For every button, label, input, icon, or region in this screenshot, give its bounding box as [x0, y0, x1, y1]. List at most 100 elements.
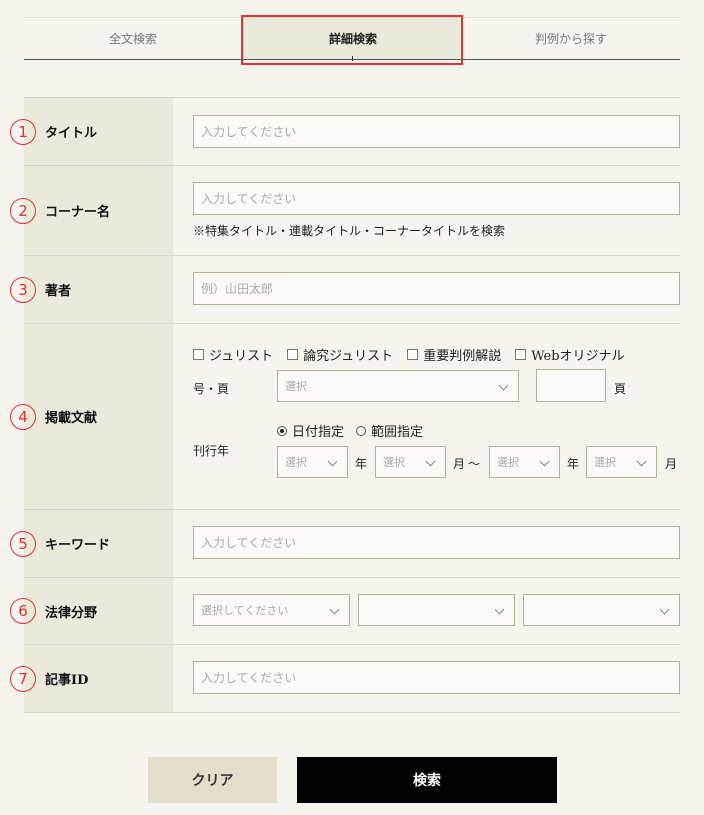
article-id-input[interactable]: 入力してください	[193, 661, 680, 694]
checkbox-box[interactable]	[287, 349, 299, 360]
tab-label: 全文検索	[108, 32, 157, 46]
row-corner: 2 コーナー名 入力してください ※特集タイトル・連載タイトル・コーナータイトル…	[10, 166, 680, 256]
checkbox-important-cases[interactable]: 重要判例解説	[407, 345, 501, 364]
radio-range[interactable]: 範囲指定	[356, 421, 423, 440]
chevron-down-icon	[539, 456, 550, 467]
year-mode-radios: 日付指定 範囲指定	[277, 421, 435, 440]
year-label: 刊行年	[193, 444, 230, 458]
label-cell: 1 タイトル	[10, 98, 173, 165]
content-cell: 入力してください	[173, 645, 680, 712]
placeholder: 入力してください	[201, 125, 297, 139]
field-label-article-id: 記事ID	[45, 673, 89, 688]
number-badge: 2	[10, 197, 36, 224]
checkbox-label: 重要判例解説	[423, 349, 502, 364]
corner-input[interactable]: 入力してください	[193, 182, 680, 215]
month-from-select[interactable]: 選択	[375, 446, 446, 478]
row-law-field: 6 法律分野 選択してください	[10, 578, 680, 645]
checkbox-web-original[interactable]: Webオリジナル	[515, 345, 625, 364]
month-to-select[interactable]: 選択	[586, 446, 657, 478]
title-input[interactable]: 入力してください	[193, 115, 680, 148]
tab-label: 判例から探す	[534, 32, 607, 46]
select-value: 選択	[594, 456, 616, 469]
publication-checkboxes: ジュリスト 論究ジュリスト 重要判例解説 Webオリジナル	[193, 345, 639, 364]
law-select-2[interactable]	[358, 594, 515, 626]
content-cell: 例）山田太郎	[173, 256, 680, 323]
chevron-down-icon	[329, 604, 340, 615]
field-label-title: タイトル	[45, 126, 98, 141]
search-button[interactable]: 検索	[297, 757, 557, 803]
checkbox-label: Webオリジナル	[531, 349, 625, 364]
year-unit: 年	[355, 457, 368, 471]
active-tab-highlight	[241, 15, 463, 65]
year-to-select[interactable]: 選択	[489, 446, 560, 478]
checkbox-jurist[interactable]: ジュリスト	[193, 345, 273, 364]
radio-label: 日付指定	[292, 425, 345, 440]
page-input[interactable]	[536, 369, 606, 402]
number-badge: 3	[10, 276, 36, 303]
month-unit: 月	[665, 457, 678, 471]
author-input[interactable]: 例）山田太郎	[193, 272, 680, 305]
page-unit: 頁	[614, 382, 627, 396]
tab-caselaw-search[interactable]: 判例から探す	[462, 18, 680, 59]
field-label-keyword: キーワード	[45, 538, 111, 553]
select-value: 選択	[383, 456, 405, 469]
number-badge: 6	[10, 598, 36, 624]
chevron-down-icon	[659, 604, 670, 615]
select-value: 選択してください	[201, 604, 289, 617]
placeholder: 入力してください	[201, 671, 297, 685]
field-label-author: 著者	[45, 284, 72, 299]
number-badge: 4	[10, 403, 36, 430]
row-title: 1 タイトル 入力してください	[10, 98, 680, 166]
radio-date[interactable]: 日付指定	[277, 421, 344, 440]
year-from-select[interactable]: 選択	[277, 446, 348, 478]
clear-button[interactable]: クリア	[148, 757, 277, 803]
label-cell: 2 コーナー名	[10, 166, 173, 255]
content-cell: 入力してください	[173, 98, 680, 165]
row-author: 3 著者 例）山田太郎	[10, 256, 680, 324]
checkbox-box[interactable]	[515, 349, 527, 360]
select-value: 選択	[285, 380, 307, 393]
law-select-1[interactable]: 選択してください	[193, 594, 350, 626]
chevron-down-icon	[425, 456, 436, 467]
chevron-down-icon	[498, 380, 509, 391]
range-tilde: 〜	[468, 457, 481, 471]
radio-dot[interactable]	[356, 425, 367, 436]
select-value: 選択	[497, 456, 519, 469]
placeholder: 例）山田太郎	[201, 282, 274, 296]
label-cell: 6 法律分野	[10, 578, 173, 644]
chevron-down-icon	[327, 456, 338, 467]
chevron-down-icon	[494, 604, 505, 615]
year-unit: 年	[567, 457, 580, 471]
placeholder: 入力してください	[201, 536, 297, 550]
content-cell: 入力してください	[173, 510, 680, 577]
law-select-3[interactable]	[523, 594, 680, 626]
number-badge: 5	[10, 530, 36, 557]
keyword-input[interactable]: 入力してください	[193, 526, 680, 559]
content-cell: 入力してください ※特集タイトル・連載タイトル・コーナータイトルを検索	[173, 166, 680, 255]
field-label-corner: コーナー名	[45, 205, 111, 220]
chevron-down-icon	[636, 456, 647, 467]
checkbox-ronkyu-jurist[interactable]: 論究ジュリスト	[287, 345, 393, 364]
month-unit: 月	[453, 457, 466, 471]
label-cell: 4 掲載文献	[10, 324, 173, 509]
field-label-publication: 掲載文献	[45, 411, 98, 426]
issue-select[interactable]: 選択	[277, 370, 519, 402]
radio-dot[interactable]	[277, 425, 287, 436]
checkbox-box[interactable]	[407, 349, 419, 360]
content-cell: 選択してください	[173, 578, 680, 644]
tab-fulltext-search[interactable]: 全文検索	[24, 18, 242, 59]
radio-label: 範囲指定	[371, 425, 424, 440]
checkbox-box[interactable]	[193, 349, 204, 360]
row-keyword: 5 キーワード 入力してください	[10, 510, 680, 578]
issue-page-label: 号・頁	[193, 382, 230, 396]
placeholder: 入力してください	[201, 192, 297, 206]
row-publication: 4 掲載文献 ジュリスト 論究ジュリスト 重要判例解説 Webオリジナル 号・頁…	[10, 324, 680, 510]
number-badge: 1	[10, 118, 36, 145]
field-label-law: 法律分野	[45, 605, 98, 621]
number-badge: 7	[10, 665, 36, 692]
content-cell: ジュリスト 論究ジュリスト 重要判例解説 Webオリジナル 号・頁 選択 頁 日…	[173, 324, 680, 509]
label-cell: 7 記事ID	[10, 645, 173, 712]
label-cell: 3 著者	[10, 256, 173, 323]
corner-note: ※特集タイトル・連載タイトル・コーナータイトルを検索	[193, 224, 506, 238]
select-value: 選択	[285, 456, 307, 469]
